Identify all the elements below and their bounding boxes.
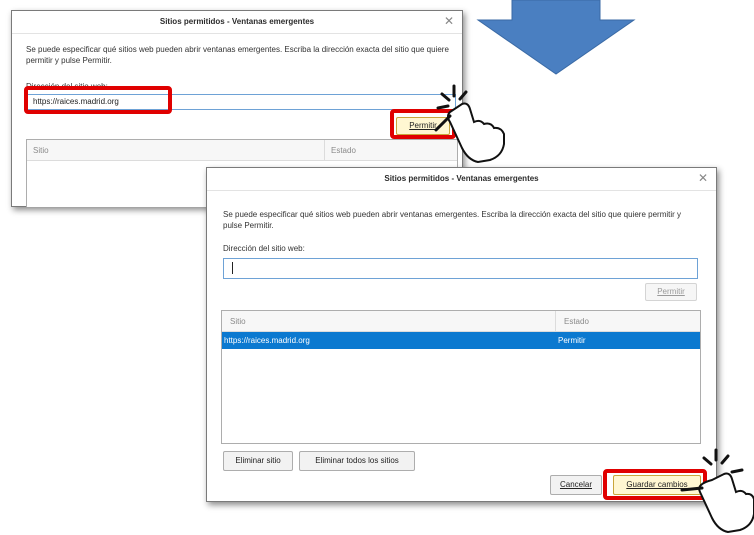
front-allow-label: Permitir — [657, 287, 685, 296]
remove-site-button[interactable]: Eliminar sitio — [223, 451, 293, 471]
front-address-input[interactable] — [223, 258, 698, 279]
front-allow-button[interactable]: Permitir — [645, 283, 697, 301]
remove-site-label: Eliminar sitio — [235, 456, 281, 465]
front-col-status[interactable]: Estado — [564, 317, 589, 326]
cancel-label: Cancelar — [559, 480, 592, 489]
back-col-status[interactable]: Estado — [331, 146, 356, 155]
back-dialog-description: Se puede especificar qué sitios web pued… — [26, 45, 449, 65]
back-address-highlight — [24, 86, 172, 114]
text-cursor — [232, 262, 233, 274]
hand-pointer-icon — [434, 84, 505, 164]
front-dialog-titlebar: Sitios permitidos - Ventanas emergentes … — [207, 168, 716, 191]
down-arrow-icon — [476, 0, 636, 75]
row-site: https://raices.madrid.org — [224, 336, 310, 345]
row-status: Permitir — [558, 336, 586, 345]
front-dialog-description: Se puede especificar qué sitios web pued… — [223, 210, 682, 230]
cancel-button[interactable]: Cancelar — [550, 475, 602, 495]
back-col-site[interactable]: Sitio — [33, 146, 49, 155]
back-dialog-title: Sitios permitidos - Ventanas emergentes — [159, 17, 315, 26]
back-list-header: Sitio Estado — [27, 140, 457, 161]
front-dialog-title: Sitios permitidos - Ventanas emergentes — [384, 174, 539, 183]
front-dialog: Sitios permitidos - Ventanas emergentes … — [206, 167, 717, 502]
column-divider — [324, 140, 325, 160]
remove-all-label: Eliminar todos los sitios — [315, 456, 399, 465]
remove-all-sites-button[interactable]: Eliminar todos los sitios — [299, 451, 415, 471]
front-list-header: Sitio Estado — [222, 311, 700, 332]
hand-pointer-icon — [680, 448, 754, 534]
back-dialog-titlebar: Sitios permitidos - Ventanas emergentes … — [12, 11, 462, 34]
front-col-site[interactable]: Sitio — [230, 317, 246, 326]
close-icon[interactable]: ✕ — [698, 171, 708, 185]
close-icon[interactable]: ✕ — [444, 14, 454, 28]
front-address-label: Dirección del sitio web: — [223, 244, 305, 253]
front-site-list[interactable]: Sitio Estado https://raices.madrid.org P… — [221, 310, 701, 444]
column-divider — [555, 311, 556, 331]
table-row[interactable]: https://raices.madrid.org Permitir — [222, 332, 700, 349]
